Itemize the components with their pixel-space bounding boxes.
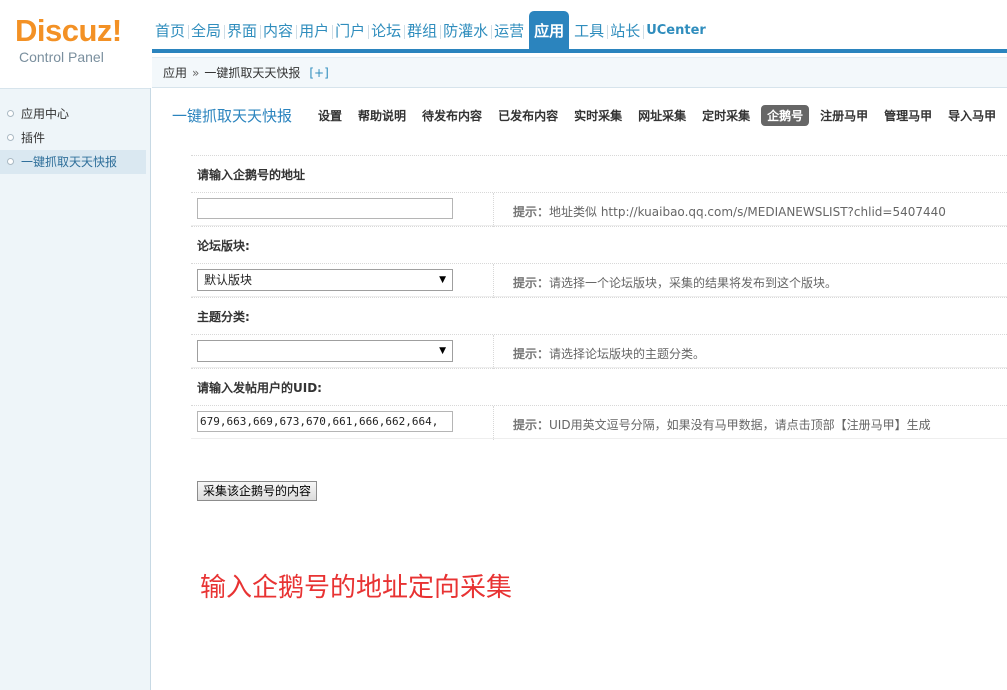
- tab-help[interactable]: 帮助说明: [358, 107, 406, 124]
- uid-label: 请输入发帖用户的UID:: [191, 368, 1007, 405]
- tab-manage-vest[interactable]: 管理马甲: [884, 107, 932, 124]
- logo-main-text: Discuz!: [15, 13, 122, 48]
- category-tip: 提示：请选择论坛版块的主题分类。: [513, 345, 705, 362]
- tab-pending[interactable]: 待发布内容: [422, 107, 482, 124]
- tab-penguin[interactable]: 企鹅号: [761, 104, 810, 126]
- sidebar-item-plugins[interactable]: 插件: [0, 126, 146, 150]
- sidebar-menu: 应用中心 插件 一键抓取天天快报: [0, 88, 150, 174]
- logo-sub-text: Control Panel: [19, 49, 104, 65]
- address-row: 提示：地址类似 http://kuaibao.qq.com/s/MEDIANEW…: [191, 192, 1007, 227]
- category-label: 主题分类:: [191, 297, 1007, 334]
- bullet-icon: [7, 110, 14, 117]
- tab-import-vest[interactable]: 导入马甲: [948, 107, 996, 124]
- tab-url-collect[interactable]: 网址采集: [638, 107, 686, 124]
- top-navigation: 首页 全局 界面 内容 用户 门户 论坛 群组 防灌水 运营 应用 工具 站长 …: [152, 11, 1007, 49]
- annotation-caption: 输入企鹅号的地址定向采集: [200, 573, 513, 603]
- tab-scheduled[interactable]: 定时采集: [702, 107, 750, 124]
- dropdown-arrow-icon: ▼: [439, 275, 446, 285]
- forum-label: 论坛版块:: [191, 226, 1007, 263]
- tab-settings[interactable]: 设置: [318, 107, 342, 124]
- nav-global[interactable]: 全局: [188, 11, 224, 49]
- tip-label: 提示：: [513, 347, 550, 361]
- uid-tip: 提示：UID用英文逗号分隔，如果没有马甲数据，请点击顶部【注册马甲】生成: [513, 416, 931, 433]
- address-tip: 提示：地址类似 http://kuaibao.qq.com/s/MEDIANEW…: [513, 203, 946, 220]
- sidebar-item-label: 一键抓取天天快报: [21, 155, 118, 169]
- sidebar-item-label: 插件: [21, 131, 46, 145]
- tip-label: 提示：: [513, 205, 550, 219]
- nav-tools[interactable]: 工具: [571, 11, 607, 49]
- sidebar-item-label: 应用中心: [21, 107, 70, 121]
- nav-apps[interactable]: 应用: [529, 11, 570, 49]
- nav-content[interactable]: 内容: [260, 11, 296, 49]
- plugin-title: 一键抓取天天快报: [172, 106, 293, 125]
- sidebar-divider: [0, 88, 150, 89]
- forum-row: 默认版块 ▼ 提示：请选择一个论坛版块，采集的结果将发布到这个版块。: [191, 263, 1007, 298]
- forum-select-value: 默认版块: [204, 273, 253, 287]
- category-row: ▼ 提示：请选择论坛版块的主题分类。: [191, 334, 1007, 369]
- dropdown-arrow-icon: ▼: [439, 346, 446, 356]
- tip-text: 请选择一个论坛版块，采集的结果将发布到这个版块。: [549, 276, 838, 290]
- tip-text: 请选择论坛版块的主题分类。: [549, 347, 706, 361]
- sidebar-item-kuaibao-plugin[interactable]: 一键抓取天天快报: [0, 150, 146, 174]
- nav-home[interactable]: 首页: [152, 11, 188, 49]
- plugin-tab-bar: 一键抓取天天快报 设置 帮助说明 待发布内容 已发布内容 实时采集 网址采集 定…: [152, 104, 1007, 126]
- header: Discuz! Control Panel 首页 全局 界面 内容 用户 门户 …: [0, 0, 1007, 88]
- column-divider: [493, 406, 494, 440]
- tip-text: UID用英文逗号分隔，如果没有马甲数据，请点击顶部【注册马甲】生成: [549, 418, 931, 432]
- column-divider: [493, 335, 494, 369]
- tip-label: 提示：: [513, 276, 550, 290]
- forum-tip: 提示：请选择一个论坛版块，采集的结果将发布到这个版块。: [513, 274, 837, 291]
- sidebar: 应用中心 插件 一键抓取天天快报: [0, 88, 151, 690]
- uid-row: 679,663,669,673,670,661,666,662,664, 提示：…: [191, 405, 1007, 440]
- sidebar-item-app-center[interactable]: 应用中心: [0, 102, 146, 126]
- uid-input[interactable]: 679,663,669,673,670,661,666,662,664,: [197, 411, 453, 432]
- nav-antispam[interactable]: 防灌水: [440, 11, 491, 49]
- main-content: 一键抓取天天快报 设置 帮助说明 待发布内容 已发布内容 实时采集 网址采集 定…: [152, 88, 1007, 690]
- category-select[interactable]: ▼: [197, 340, 453, 362]
- nav-groups[interactable]: 群组: [404, 11, 440, 49]
- breadcrumb-root[interactable]: 应用: [163, 64, 187, 81]
- breadcrumb: 应用 » 一键抓取天天快报 [+]: [152, 57, 1007, 88]
- nav-ucenter[interactable]: UCenter: [643, 11, 709, 49]
- nav-portal[interactable]: 门户: [332, 11, 368, 49]
- add-shortcut-button[interactable]: [+]: [309, 66, 328, 80]
- column-divider: [493, 264, 494, 298]
- nav-users[interactable]: 用户: [296, 11, 332, 49]
- tab-published[interactable]: 已发布内容: [498, 107, 558, 124]
- breadcrumb-separator: »: [192, 65, 200, 80]
- tip-text: 地址类似 http://kuaibao.qq.com/s/MEDIANEWSLI…: [549, 205, 946, 219]
- bullet-icon: [7, 134, 14, 141]
- breadcrumb-current: 一键抓取天天快报: [204, 66, 301, 80]
- address-input[interactable]: [197, 198, 453, 219]
- tip-label: 提示：: [513, 418, 550, 432]
- nav-webmaster[interactable]: 站长: [607, 11, 643, 49]
- nav-forum[interactable]: 论坛: [368, 11, 404, 49]
- tab-register-vest[interactable]: 注册马甲: [820, 107, 868, 124]
- address-label: 请输入企鹅号的地址: [191, 155, 1007, 192]
- column-divider: [493, 193, 494, 227]
- forum-select[interactable]: 默认版块 ▼: [197, 269, 453, 291]
- bullet-icon: [7, 158, 14, 165]
- tab-realtime[interactable]: 实时采集: [574, 107, 622, 124]
- nav-operations[interactable]: 运营: [491, 11, 527, 49]
- collect-submit-button[interactable]: 采集该企鹅号的内容: [197, 481, 318, 501]
- discuz-logo[interactable]: Discuz! Control Panel: [15, 13, 145, 65]
- nav-interface[interactable]: 界面: [224, 11, 260, 49]
- nav-underline: [152, 49, 1007, 53]
- collect-form: 请输入企鹅号的地址 提示：地址类似 http://kuaibao.qq.com/…: [191, 155, 1007, 440]
